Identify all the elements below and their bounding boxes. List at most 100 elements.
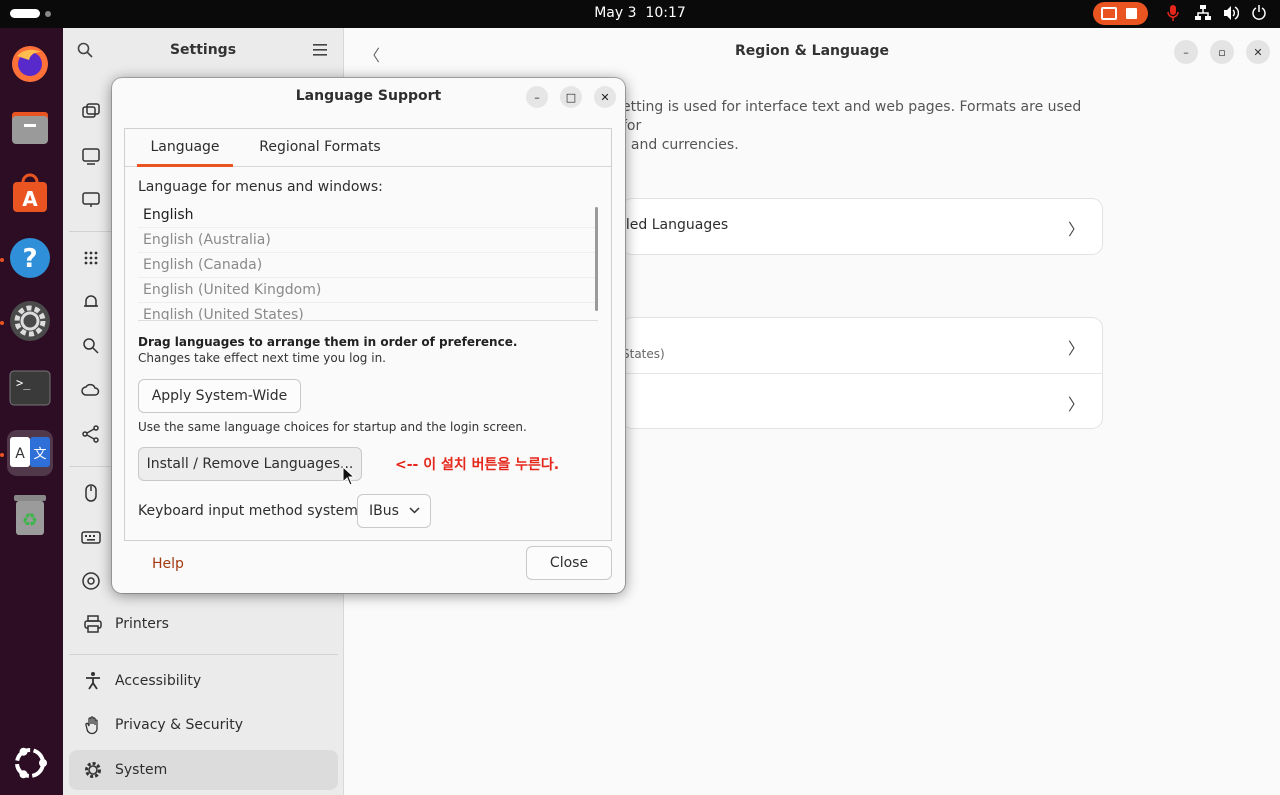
svg-text:>_: >_ — [16, 376, 31, 390]
region-description: etting is used for interface text and we… — [622, 98, 1092, 155]
installed-languages-label: lled Languages — [622, 217, 729, 233]
multitasking-icon — [82, 103, 100, 118]
chevron-down-icon — [409, 507, 420, 514]
stop-icon — [1126, 8, 1137, 19]
menu-icon[interactable] — [313, 44, 327, 56]
svg-text:?: ? — [22, 244, 37, 274]
dock: A ? >_ A文 ♻ — [0, 28, 63, 795]
language-support-dialog: Language Support – □ ✕ Language Regional… — [112, 78, 625, 593]
gear-icon — [83, 760, 103, 780]
keyboard-input-label: Keyboard input method system: — [138, 503, 363, 519]
sidebar-item-printers[interactable]: Printers — [69, 604, 338, 644]
sidebar-title: Settings — [169, 42, 237, 58]
ubuntu-logo-icon[interactable] — [7, 740, 53, 786]
list-item[interactable]: English (Canada) — [138, 253, 598, 278]
screen-record-indicator[interactable] — [1093, 2, 1148, 25]
svg-text:文: 文 — [33, 447, 46, 462]
mic-icon[interactable] — [1166, 4, 1180, 22]
installed-languages-card: lled Languages 〉 — [622, 199, 1102, 254]
formats-sub-label: States) — [622, 347, 665, 361]
language-list[interactable]: English English (Australia) English (Can… — [138, 203, 598, 321]
bell-icon — [84, 295, 98, 307]
workspace-dot — [45, 11, 51, 17]
minimize-icon[interactable]: – — [1174, 40, 1198, 64]
running-indicator — [0, 453, 4, 457]
time-label: 10:17 — [645, 5, 686, 21]
drag-hint: Changes take effect next time you log in… — [138, 351, 386, 365]
close-icon[interactable]: ✕ — [594, 86, 616, 108]
list-item[interactable]: English (United States) — [138, 303, 598, 320]
close-button[interactable]: Close — [526, 546, 612, 580]
sidebar-item-privacy[interactable]: Privacy & Security — [69, 705, 338, 745]
install-remove-languages-button[interactable]: Install / Remove Languages... — [138, 447, 362, 481]
close-icon[interactable]: ✕ — [1246, 40, 1270, 64]
sidebar-item-label: Printers — [115, 616, 169, 632]
sidebar-item-label: Accessibility — [115, 673, 202, 689]
annotation-text: <-- 이 설치 버튼을 누른다. — [395, 457, 560, 473]
help-icon[interactable]: ? — [7, 235, 53, 281]
firefox-icon[interactable] — [7, 40, 53, 86]
color-icon — [82, 572, 100, 590]
chevron-right-icon: 〉 — [1067, 395, 1084, 414]
sidebar-separator — [69, 654, 338, 655]
tab-regional-formats[interactable]: Regional Formats — [245, 129, 395, 167]
settings-icon[interactable] — [7, 298, 53, 344]
app-center-icon[interactable]: A — [7, 170, 53, 216]
description-line: , and currencies. — [622, 137, 739, 153]
chevron-right-icon: 〉 — [1067, 339, 1084, 358]
list-item[interactable]: English — [138, 203, 598, 228]
apply-system-wide-button[interactable]: Apply System-Wide — [138, 379, 301, 413]
tab-language[interactable]: Language — [137, 129, 233, 167]
tab-panel: Language Regional Formats Language for m… — [124, 128, 612, 541]
top-bar: May 3 10:17 — [0, 0, 1280, 28]
svg-text:A: A — [15, 446, 25, 462]
help-button[interactable]: Help — [152, 556, 184, 572]
date-label: May 3 — [594, 5, 637, 21]
terminal-icon[interactable]: >_ — [7, 365, 53, 411]
maximize-icon[interactable]: □ — [560, 86, 582, 108]
mouse-icon — [85, 484, 97, 502]
cloud-icon — [81, 383, 100, 396]
volume-icon[interactable] — [1223, 4, 1239, 22]
menu-language-label: Language for menus and windows: — [138, 179, 383, 195]
network-icon[interactable] — [1195, 4, 1211, 22]
maximize-icon[interactable]: ▫ — [1210, 40, 1234, 64]
second-row[interactable]: 〉 — [622, 373, 1102, 428]
printer-icon — [83, 614, 103, 634]
formats-row[interactable]: States) 〉 — [622, 318, 1102, 373]
page-title: Region & Language — [735, 43, 889, 59]
list-item[interactable]: English (United Kingdom) — [138, 278, 598, 303]
apply-hint: Use the same language choices for startu… — [138, 420, 527, 434]
hand-icon — [83, 715, 103, 735]
running-indicator — [0, 258, 4, 262]
sidebar-item-label: Privacy & Security — [115, 717, 243, 733]
accessibility-icon — [83, 671, 103, 691]
keyboard-icon — [81, 531, 101, 544]
clock[interactable]: May 3 10:17 — [0, 0, 1280, 28]
sidebar-item-system[interactable]: System — [69, 750, 338, 790]
svg-text:A: A — [22, 187, 38, 211]
keyboard-input-select[interactable]: IBus — [357, 494, 431, 528]
scrollbar[interactable] — [595, 207, 598, 311]
chevron-right-icon: 〉 — [1067, 220, 1084, 239]
sidebar-item-accessibility[interactable]: Accessibility — [69, 661, 338, 701]
sidebar-header: Settings — [63, 28, 343, 74]
power-icon[interactable] — [1251, 4, 1267, 22]
list-item[interactable]: English (Australia) — [138, 228, 598, 253]
running-indicator — [0, 321, 4, 325]
search-settings-icon — [83, 338, 99, 354]
formats-card: States) 〉 〉 — [622, 318, 1102, 428]
mouse-cursor-icon — [342, 466, 356, 486]
screen-share-icon — [1101, 7, 1117, 20]
share-icon — [82, 425, 99, 443]
drag-hint-bold: Drag languages to arrange them in order … — [138, 335, 518, 349]
display-icon — [82, 192, 100, 207]
trash-icon[interactable]: ♻ — [7, 492, 53, 538]
files-icon[interactable] — [7, 105, 53, 151]
svg-text:♻: ♻ — [22, 510, 38, 531]
activities-indicator[interactable] — [10, 9, 40, 18]
description-line: etting is used for interface text and we… — [622, 99, 1082, 134]
minimize-icon[interactable]: – — [526, 86, 548, 108]
language-support-icon[interactable]: A文 — [7, 430, 53, 476]
installed-languages-row[interactable]: lled Languages 〉 — [622, 199, 1102, 254]
